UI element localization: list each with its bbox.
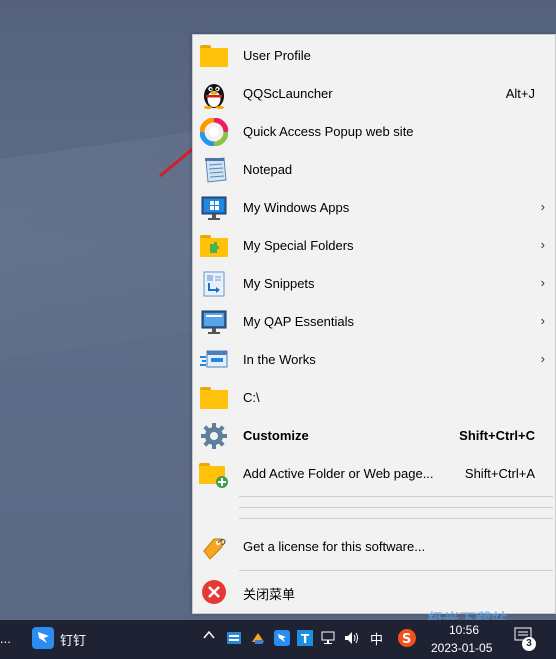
menu-item-add-active-folder[interactable]: Add Active Folder or Web page... Shift+C…: [193, 455, 555, 493]
menu-item-user-profile[interactable]: User Profile: [193, 37, 555, 75]
sogou-ime-icon[interactable]: S: [397, 628, 417, 648]
menu-item-label: Quick Access Popup web site: [243, 124, 414, 139]
popup-menu: User Profile QQScLauncher Alt+J Quick Ac…: [192, 34, 556, 614]
dingtalk-tray-icon[interactable]: [274, 630, 290, 646]
ime-indicator[interactable]: 中: [370, 629, 383, 648]
submenu-arrow-icon: ›: [540, 237, 545, 252]
taskbar: ... 钉钉 T 中 S 10:56 2023-01-05 3: [0, 620, 556, 659]
special-folder-icon: [199, 232, 229, 260]
notification-badge: 3: [522, 637, 536, 651]
volume-icon[interactable]: [343, 630, 359, 646]
menu-item-my-snippets[interactable]: My Snippets ›: [193, 265, 555, 303]
menu-item-notepad[interactable]: Notepad: [193, 151, 555, 189]
menu-item-my-windows-apps[interactable]: My Windows Apps ›: [193, 189, 555, 227]
folder-icon: [199, 42, 229, 70]
menu-item-label: My QAP Essentials: [243, 314, 355, 329]
snippet-icon: [199, 270, 229, 298]
menu-item-my-special-folders[interactable]: My Special Folders ›: [193, 227, 555, 265]
menu-item-customize[interactable]: Customize Shift+Ctrl+C: [193, 417, 555, 455]
clock-time[interactable]: 10:56: [449, 623, 479, 637]
menu-item-in-the-works[interactable]: In the Works ›: [193, 341, 555, 379]
svg-text:T: T: [301, 632, 310, 646]
menu-item-qqsclauncher[interactable]: QQScLauncher Alt+J: [193, 75, 555, 113]
chevron-up-icon[interactable]: [203, 628, 215, 645]
t-app-tray-icon[interactable]: T: [297, 630, 313, 646]
clock-date[interactable]: 2023-01-05: [431, 641, 492, 655]
menu-item-label: My Special Folders: [243, 238, 354, 253]
notepad-icon: [199, 156, 229, 184]
folder-icon: [199, 384, 229, 412]
menu-item-label: Get a license for this software...: [243, 539, 426, 554]
add-folder-icon: [199, 460, 229, 488]
menu-item-get-license[interactable]: Get a license for this software...: [193, 528, 555, 566]
menu-item-label: Add Active Folder or Web page...: [243, 466, 434, 481]
submenu-arrow-icon: ›: [540, 275, 545, 290]
submenu-arrow-icon: ›: [540, 313, 545, 328]
works-icon: [199, 346, 229, 374]
menu-item-label: Notepad: [243, 162, 293, 177]
svg-text:S: S: [402, 632, 411, 647]
menu-item-label: My Snippets: [243, 276, 315, 291]
menu-separator: [239, 496, 553, 497]
menu-separator: [239, 570, 553, 571]
submenu-arrow-icon: ›: [540, 199, 545, 214]
menu-item-label: My Windows Apps: [243, 200, 350, 215]
menu-item-my-qap-essentials[interactable]: My QAP Essentials ›: [193, 303, 555, 341]
menu-item-label: 关闭菜单: [243, 587, 296, 602]
dingtalk-icon[interactable]: [32, 627, 54, 649]
menu-separator: [239, 507, 553, 508]
gear-icon: [199, 422, 229, 450]
menu-item-qap-web-site[interactable]: Quick Access Popup web site: [193, 113, 555, 151]
menu-item-c-drive[interactable]: C:\: [193, 379, 555, 417]
network-icon[interactable]: [320, 630, 336, 646]
menu-item-shortcut: Alt+J: [505, 86, 535, 101]
submenu-arrow-icon: ›: [540, 351, 545, 366]
tray-app-icon[interactable]: [250, 630, 266, 646]
qap-tray-icon[interactable]: [226, 630, 242, 646]
qap-swirl-icon: [199, 118, 229, 146]
menu-separator: [239, 518, 553, 519]
taskbar-overflow[interactable]: ...: [0, 631, 11, 646]
menu-item-label: Customize: [243, 428, 309, 443]
menu-item-label: C:\: [243, 390, 260, 405]
license-tag-icon: [199, 533, 229, 561]
menu-item-label: QQScLauncher: [243, 86, 333, 101]
menu-item-label: User Profile: [243, 48, 311, 63]
menu-item-label: In the Works: [243, 352, 316, 367]
monitor-windows-icon: [199, 194, 229, 222]
close-icon: [199, 578, 229, 606]
menu-item-shortcut: Shift+Ctrl+C: [459, 428, 535, 443]
qq-penguin-icon: [199, 80, 229, 109]
monitor-icon: [199, 308, 229, 336]
taskbar-app-label[interactable]: 钉钉: [60, 630, 86, 649]
menu-item-shortcut: Shift+Ctrl+A: [464, 466, 535, 481]
